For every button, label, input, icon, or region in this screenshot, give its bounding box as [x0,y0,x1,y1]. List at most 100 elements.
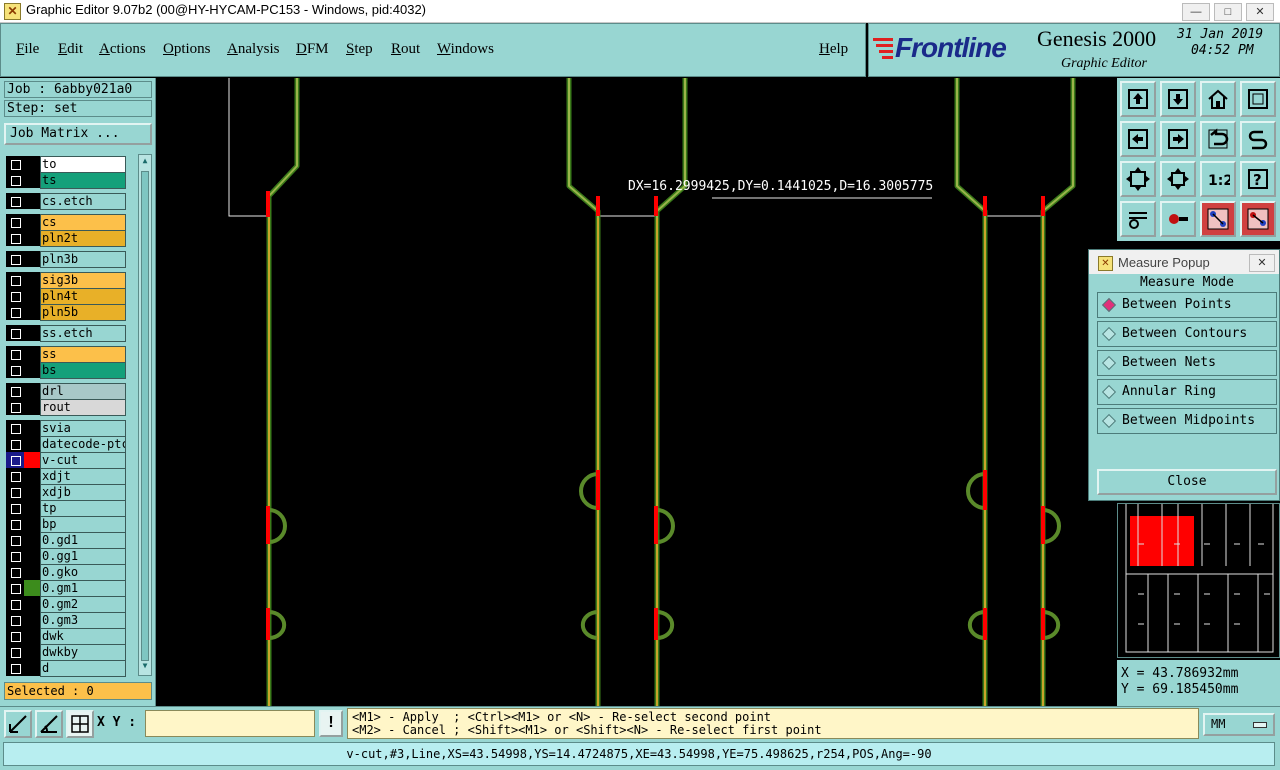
layer-checkbox[interactable] [6,660,24,676]
layer-scrollbar[interactable]: ▲ ▼ [138,154,152,676]
layer-checkbox[interactable] [6,399,24,415]
layer-row-to[interactable]: to [6,156,126,173]
layer-name[interactable]: dwkby [40,644,126,661]
layer-row-rout[interactable]: rout [6,399,126,416]
layer-display-swatch[interactable] [24,436,40,452]
menu-rout[interactable]: Rout [391,41,420,58]
layer-display-swatch[interactable] [24,660,40,676]
layer-name[interactable]: cs [40,214,126,231]
layer-display-swatch[interactable] [24,288,40,304]
layer-checkbox[interactable] [6,304,24,320]
layer-display-swatch[interactable] [24,548,40,564]
minimize-button[interactable]: — [1182,3,1210,21]
layer-row-sig3b[interactable]: sig3b [6,272,126,289]
scroll-down-icon[interactable]: ▼ [140,661,150,673]
layer-row-pln3b[interactable]: pln3b [6,251,126,268]
layer-display-swatch[interactable] [24,596,40,612]
tool-help[interactable]: ? [1240,161,1276,197]
layer-checkbox[interactable] [6,596,24,612]
layer-row-datecode-ptc[interactable]: datecode-ptc [6,436,126,453]
tool-scale[interactable]: 1:2 [1200,161,1236,197]
layer-checkbox[interactable] [6,362,24,378]
tool-home[interactable] [1200,81,1236,117]
layer-name[interactable]: svia [40,420,126,437]
angle-mode-button[interactable] [35,710,63,738]
layer-row-0-gm2[interactable]: 0.gm2 [6,596,126,613]
layer-checkbox[interactable] [6,193,24,209]
layer-display-swatch[interactable] [24,612,40,628]
layer-display-swatch[interactable] [24,346,40,362]
tool-settings[interactable] [1120,201,1156,237]
layer-checkbox[interactable] [6,325,24,341]
layer-checkbox[interactable] [6,612,24,628]
grid-mode-button[interactable] [66,710,94,738]
layer-display-swatch[interactable] [24,452,40,468]
layer-row-0-gm3[interactable]: 0.gm3 [6,612,126,629]
layer-name[interactable]: xdjb [40,484,126,501]
tool-net-b[interactable] [1240,201,1276,237]
maximize-button[interactable]: □ [1214,3,1242,21]
layer-row-xdjt[interactable]: xdjt [6,468,126,485]
close-window-button[interactable]: ✕ [1246,3,1274,21]
layer-name[interactable]: cs.etch [40,193,126,210]
layer-display-swatch[interactable] [24,172,40,188]
layer-display-swatch[interactable] [24,325,40,341]
layer-checkbox[interactable] [6,532,24,548]
layer-checkbox[interactable] [6,288,24,304]
layer-display-swatch[interactable] [24,420,40,436]
measure-option-between-nets[interactable]: Between Nets [1097,350,1277,376]
layer-checkbox[interactable] [6,346,24,362]
layer-row-drl[interactable]: drl [6,383,126,400]
measure-option-between-contours[interactable]: Between Contours [1097,321,1277,347]
tool-fit[interactable] [1120,161,1156,197]
layer-checkbox[interactable] [6,156,24,172]
layer-name[interactable]: datecode-ptc [40,436,126,453]
layer-checkbox[interactable] [6,436,24,452]
layer-row-v-cut[interactable]: v-cut [6,452,126,469]
layer-checkbox[interactable] [6,230,24,246]
layer-checkbox[interactable] [6,500,24,516]
layer-row-pln2t[interactable]: pln2t [6,230,126,247]
overview-map[interactable] [1117,503,1280,658]
layer-checkbox[interactable] [6,172,24,188]
layer-name[interactable]: dwk [40,628,126,645]
layer-name[interactable]: 0.gd1 [40,532,126,549]
layer-name[interactable]: bs [40,362,126,379]
layer-name[interactable]: ss [40,346,126,363]
job-matrix-button[interactable]: Job Matrix ... [4,123,152,145]
layer-row-dwk[interactable]: dwk [6,628,126,645]
layer-row-svia[interactable]: svia [6,420,126,437]
measure-option-between-midpoints[interactable]: Between Midpoints [1097,408,1277,434]
layer-name[interactable]: 0.gm2 [40,596,126,613]
layer-display-swatch[interactable] [24,272,40,288]
layer-display-swatch[interactable] [24,362,40,378]
layer-row-ss[interactable]: ss [6,346,126,363]
layer-display-swatch[interactable] [24,383,40,399]
layer-row-0-gko[interactable]: 0.gko [6,564,126,581]
layer-row-xdjb[interactable]: xdjb [6,484,126,501]
layer-row-cs[interactable]: cs [6,214,126,231]
layer-row-0-gd1[interactable]: 0.gd1 [6,532,126,549]
layer-row-bs[interactable]: bs [6,362,126,379]
menu-windows[interactable]: Windows [437,41,494,58]
layer-row-0-gm1[interactable]: 0.gm1 [6,580,126,597]
layer-display-swatch[interactable] [24,516,40,532]
layer-checkbox[interactable] [6,272,24,288]
tool-net-a[interactable] [1200,201,1236,237]
layer-checkbox[interactable] [6,251,24,267]
layer-display-swatch[interactable] [24,580,40,596]
menu-step[interactable]: Step [346,41,373,58]
layer-row-ts[interactable]: ts [6,172,126,189]
snap-mode-button[interactable] [4,710,32,738]
tool-pan-right[interactable] [1160,121,1196,157]
layer-name[interactable]: pln2t [40,230,126,247]
layer-name[interactable]: xdjt [40,468,126,485]
layer-checkbox[interactable] [6,214,24,230]
layer-name[interactable]: ts [40,172,126,189]
tool-center[interactable] [1160,161,1196,197]
layer-checkbox[interactable] [6,564,24,580]
layer-row-0-gg1[interactable]: 0.gg1 [6,548,126,565]
layer-name[interactable]: drl [40,383,126,400]
tool-snap[interactable] [1160,201,1196,237]
measure-option-between-points[interactable]: Between Points [1097,292,1277,318]
